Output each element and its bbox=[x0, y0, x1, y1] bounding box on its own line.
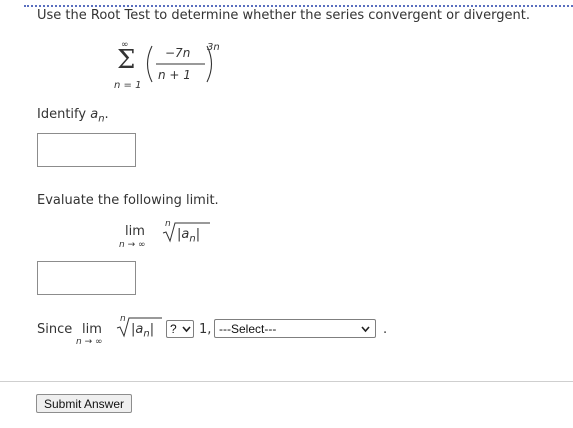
conclusion-select[interactable]: ---Select--- bbox=[214, 319, 376, 338]
conclusion-value: ---Select--- bbox=[219, 322, 277, 336]
since-abs-expression: |an| bbox=[131, 322, 154, 340]
conclusion-chevron-down-icon bbox=[361, 326, 370, 333]
since-label: Since bbox=[37, 322, 73, 337]
series-exponent: 3n bbox=[207, 42, 220, 53]
question-prompt: Use the Root Test to determine whether t… bbox=[37, 8, 530, 23]
comparison-chevron-down-icon bbox=[182, 326, 191, 333]
identify-text: Identify bbox=[37, 107, 91, 122]
abs-close: | bbox=[195, 227, 201, 242]
left-paren bbox=[146, 45, 153, 83]
fraction-numerator: −7n bbox=[165, 46, 191, 60]
submit-answer-button[interactable]: Submit Answer bbox=[36, 394, 132, 413]
since-abs-close: | bbox=[149, 322, 155, 337]
lim-subscript: n → ∞ bbox=[119, 240, 146, 250]
divider-line bbox=[0, 381, 573, 382]
since-abs-a: |a bbox=[131, 322, 144, 337]
identify-suffix: . bbox=[104, 107, 109, 122]
top-dotted-border bbox=[24, 5, 573, 7]
an-input[interactable] bbox=[37, 133, 136, 167]
sum-lower-limit: n = 1 bbox=[114, 80, 142, 91]
identify-label: Identify an. bbox=[37, 107, 109, 125]
lim-word: lim bbox=[125, 224, 145, 239]
since-lim-word: lim bbox=[82, 322, 102, 337]
fraction-denominator: n + 1 bbox=[158, 68, 191, 82]
abs-expression: |an| bbox=[177, 227, 200, 245]
limit-input[interactable] bbox=[37, 261, 136, 295]
evaluate-label: Evaluate the following limit. bbox=[37, 193, 219, 208]
comparison-value: ? bbox=[170, 322, 177, 336]
identify-var: a bbox=[90, 107, 99, 122]
since-lim-subscript: n → ∞ bbox=[76, 337, 103, 347]
comparison-select[interactable]: ? bbox=[166, 320, 194, 338]
since-end-period: . bbox=[383, 322, 388, 337]
sigma-symbol: Σ bbox=[117, 45, 136, 75]
since-after-text: 1, bbox=[199, 322, 212, 337]
abs-a: |a bbox=[177, 227, 190, 242]
